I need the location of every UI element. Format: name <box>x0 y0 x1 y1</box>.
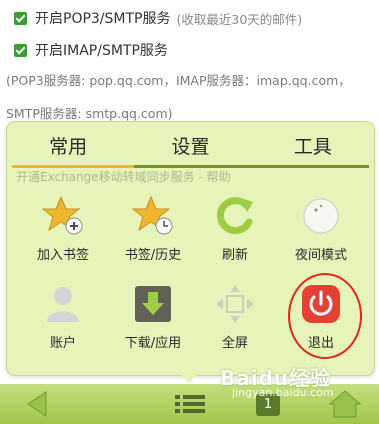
menu-tabs: 常用 设置 工具 <box>7 122 374 168</box>
highlight-circle <box>288 273 362 359</box>
tab-settings[interactable]: 设置 <box>129 122 251 168</box>
tab-tools[interactable]: 工具 <box>252 122 374 168</box>
imap-option-row[interactable]: 开启IMAP/SMTP服务 <box>14 40 168 60</box>
download-arrow-icon <box>131 282 175 326</box>
menu-list-icon <box>175 395 205 413</box>
back-arrow-icon <box>27 391 47 417</box>
imap-checkbox[interactable] <box>14 43 27 57</box>
refresh-button[interactable]: 刷新 <box>195 194 275 263</box>
server-info-line2: SMTP服务器: smtp.qq.com) <box>6 106 173 121</box>
bookmark-history-star-icon <box>131 194 175 238</box>
account-button[interactable]: 账户 <box>23 282 103 351</box>
pop3-option-note: (收取最近30天的邮件) <box>176 11 303 27</box>
bookmark-history-label: 书签/历史 <box>124 248 182 263</box>
refresh-label: 刷新 <box>221 248 248 263</box>
night-mode-moon-icon <box>299 194 343 238</box>
add-bookmark-button[interactable]: 加入书签 <box>23 194 103 263</box>
night-mode-button[interactable]: 夜间模式 <box>281 194 361 263</box>
download-apps-label: 下载/应用 <box>124 336 182 351</box>
download-apps-button[interactable]: 下载/应用 <box>113 282 193 351</box>
pop3-checkbox[interactable] <box>14 11 27 25</box>
pop3-option-row[interactable]: 开启POP3/SMTP服务 (收取最近30天的邮件) <box>14 8 302 28</box>
fullscreen-button[interactable]: 全屏 <box>195 282 275 351</box>
account-label: 账户 <box>49 336 76 351</box>
imap-option-label: 开启IMAP/SMTP服务 <box>35 43 168 59</box>
account-person-icon <box>41 282 85 326</box>
server-info-line1: (POP3服务器: pop.qq.com，IMAP服务器：imap.qq.com… <box>6 73 351 88</box>
menu-pointer-arrow <box>178 372 200 383</box>
exchange-option-text: 开通Exchange移动转域同步服务 - 帮助 <box>16 170 231 184</box>
pop3-option-label: 开启POP3/SMTP服务 <box>35 11 171 27</box>
add-bookmark-star-icon <box>41 194 85 238</box>
watermark-url: jingyan.baidu.com <box>232 386 334 399</box>
menu-button[interactable] <box>172 388 208 420</box>
refresh-icon <box>213 194 257 238</box>
add-bookmark-label: 加入书签 <box>36 248 89 263</box>
fullscreen-label: 全屏 <box>221 336 248 351</box>
bookmark-history-button[interactable]: 书签/历史 <box>113 194 193 263</box>
back-button[interactable] <box>22 388 52 420</box>
tab-common[interactable]: 常用 <box>7 122 129 168</box>
night-mode-label: 夜间模式 <box>294 248 347 263</box>
fullscreen-arrows-icon <box>213 282 257 326</box>
